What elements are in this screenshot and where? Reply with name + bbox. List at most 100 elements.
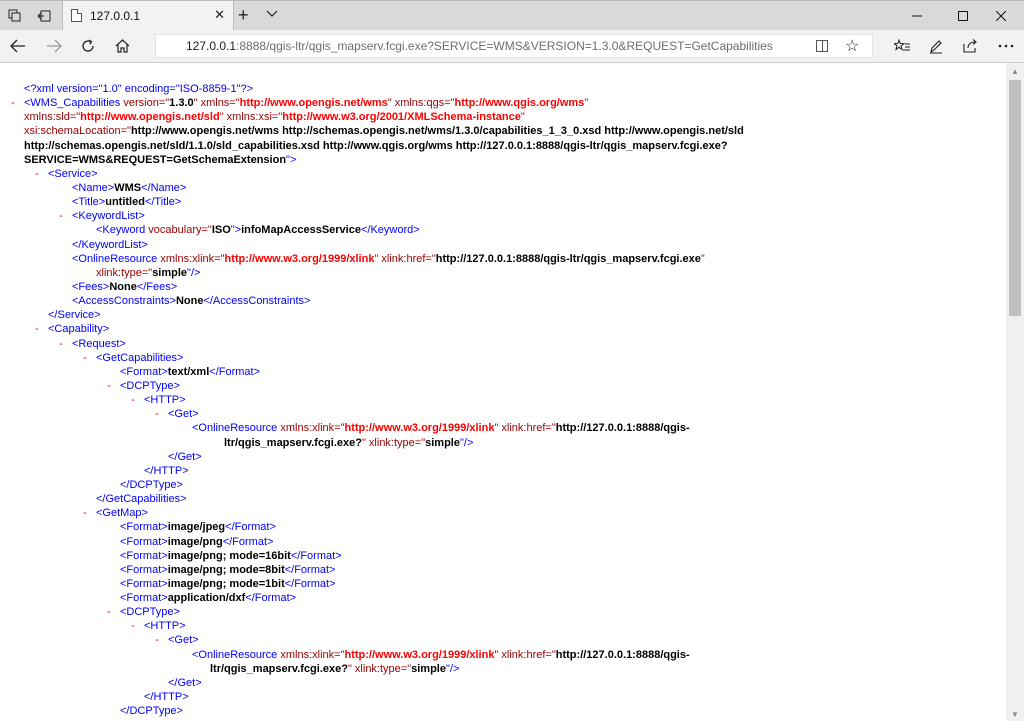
attr-value: http://127.0.0.1:8888/qgis-ltr/qgis_maps… [435,252,701,265]
tag: <HTTP> [144,620,186,633]
text-value: None [175,295,204,308]
tag: "/> [187,266,201,279]
collapse-toggle[interactable]: - [83,351,87,365]
tag: <Name> [72,181,115,194]
tag: </HTTP> [144,691,189,704]
attr-value: simple [425,436,460,449]
text-value: image/png; mode=8bit [167,563,285,576]
tag: "> [230,224,242,237]
more-icon[interactable] [992,34,1020,58]
tag: <Get> [168,634,199,647]
text-value: WMS [114,181,142,194]
attr: " xmlns:qgs=" [387,97,455,110]
collapse-toggle[interactable]: - [59,209,63,223]
collapse-toggle[interactable]: - [155,407,159,421]
collapse-toggle[interactable]: - [155,633,159,647]
collapse-toggle[interactable]: - [107,379,111,393]
scroll-down-icon[interactable]: ▼ [1011,710,1019,719]
tag: <GetMap> [96,507,148,520]
attr-value: http://www.opengis.net/wms http://schema… [130,125,744,138]
attr-value: simple [411,662,446,675]
attr-value: http://www.w3.org/1999/xlink [344,648,495,661]
collapse-toggle[interactable]: - [131,619,135,633]
share-icon[interactable] [956,34,984,58]
attr-value: ISO [211,224,231,237]
tag: <KeywordList> [72,210,145,223]
tag: "/> [445,662,460,675]
address-bar[interactable]: 127.0.0.1:8888/qgis-ltr/qgis_mapserv.fcg… [155,34,873,58]
reading-view-icon[interactable] [816,40,828,52]
scroll-up-icon[interactable]: ▲ [1011,67,1019,76]
tag: <Get> [168,408,199,421]
attr: xlink:type=" [96,266,153,279]
tag: </Format> [284,563,336,576]
text-value: infoMapAccessService [241,224,361,237]
page-icon [71,9,82,22]
tag: </HTTP> [144,464,189,477]
attr: xmlns:xlink=" [157,252,225,265]
forward-icon[interactable] [40,34,68,58]
tag: <AccessConstraints> [72,295,176,308]
favorite-star-icon[interactable]: ☆ [845,36,859,56]
tag: </KeywordList> [72,238,148,251]
tag: </Get> [168,450,202,463]
text-value: image/jpeg [167,521,226,534]
text-value: application/dxf [167,592,246,605]
tag: <DCPType> [120,606,180,619]
tag: <OnlineResource [192,648,278,661]
text-value: image/png; mode=16bit [167,549,291,562]
tag: <Format> [120,577,168,590]
attr-value: http://127.0.0.1:8888/qgis- [555,648,690,661]
home-icon[interactable] [108,34,136,58]
collapse-toggle[interactable]: - [35,322,39,336]
tag: </Format> [245,592,297,605]
page-content: <?xml version="1.0" encoding="ISO-8859-1… [0,63,1006,721]
web-note-icon[interactable] [922,34,950,58]
tag: </Keyword> [360,224,420,237]
tag: <OnlineResource [192,422,278,435]
tag: </Name> [141,181,187,194]
attr-value: http://www.w3.org/1999/xlink [224,252,375,265]
attr: xmlns:xlink=" [277,422,345,435]
tag: <Format> [120,563,168,576]
active-tab[interactable]: 127.0.0.1 ✕ [62,1,234,31]
show-tabs-icon[interactable] [30,1,58,30]
collapse-toggle[interactable]: - [107,605,111,619]
tag: <Service> [48,167,98,180]
tag: <Format> [120,365,168,378]
favorites-hub-icon[interactable] [888,34,916,58]
scrollbar-thumb[interactable] [1009,80,1021,316]
vertical-scrollbar[interactable]: ▲ ▼ [1006,63,1024,721]
collapse-toggle[interactable]: - [131,393,135,407]
tag: <Request> [72,337,126,350]
tag: </Title> [144,196,182,209]
attr: " xmlns:xsi=" [219,111,283,124]
url-host: 127.0.0.1 [186,39,237,53]
tag: <HTTP> [144,394,186,407]
minimize-icon[interactable] [894,1,940,31]
set-aside-tabs-icon[interactable] [0,1,28,30]
tag: </Format> [209,365,261,378]
text-value: text/xml [167,365,210,378]
new-tab-icon[interactable]: + [238,5,249,26]
attr-value: SERVICE=WMS&REQUEST=GetSchemaExtension [24,153,287,166]
collapse-toggle[interactable]: - [35,167,39,181]
collapse-toggle[interactable]: - [11,96,15,110]
text-value: image/png; mode=1bit [167,577,285,590]
attr-value: http://127.0.0.1:8888/qgis- [555,422,690,435]
attr-value: http://schemas.opengis.net/sld/1.1.0/sld… [24,139,728,152]
url-path: :8888/qgis-ltr/qgis_mapserv.fcgi.exe?SER… [236,39,773,53]
collapse-toggle[interactable]: - [59,337,63,351]
refresh-icon[interactable] [74,34,102,58]
tab-list-icon[interactable] [266,7,278,21]
window-close-icon[interactable] [978,1,1024,31]
tag: <WMS_Capabilities [24,97,121,110]
attr: " xlink:href=" [494,422,556,435]
tag: </Get> [168,676,202,689]
tag: </GetCapabilities> [96,493,187,506]
tag: <Format> [120,535,168,548]
back-icon[interactable] [4,34,32,58]
close-icon[interactable]: ✕ [214,7,225,23]
collapse-toggle[interactable]: - [83,506,87,520]
attr-value: http://www.w3.org/2001/XMLSchema-instanc… [282,111,521,124]
